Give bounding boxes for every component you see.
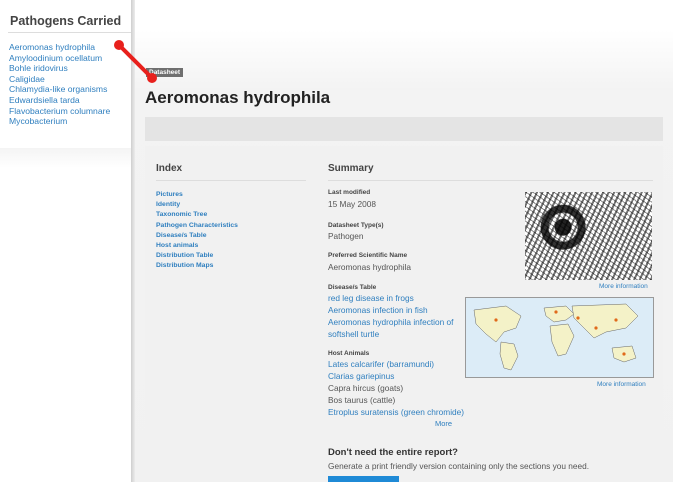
index-link-pictures[interactable]: Pictures bbox=[156, 190, 238, 200]
panel-fade bbox=[0, 148, 131, 168]
scientific-name-value: Aeromonas hydrophila bbox=[328, 262, 412, 272]
pathogens-panel-title: Pathogens Carried bbox=[10, 14, 122, 28]
page-title: Aeromonas hydrophila bbox=[145, 88, 331, 107]
pathogen-link[interactable]: Amyloodinium ocellatum bbox=[9, 53, 110, 64]
index-link-distribution-maps[interactable]: Distribution Maps bbox=[156, 261, 238, 271]
pathogen-link[interactable]: Edwardsiella tarda bbox=[9, 95, 110, 106]
pathogens-panel: Pathogens Carried Aeromonas hydrophila A… bbox=[0, 0, 158, 482]
summary-heading: Summary bbox=[328, 163, 374, 174]
datasheet-type-value: Pathogen bbox=[328, 231, 364, 241]
disease-link[interactable]: Aeromonas infection in fish bbox=[328, 305, 428, 315]
index-heading: Index bbox=[156, 163, 183, 174]
datasheet-type-label: Datasheet Type(s) bbox=[328, 222, 384, 229]
pathogen-link[interactable]: Chlamydia-like organisms bbox=[9, 84, 110, 95]
host-animals-label: Host Animals bbox=[328, 350, 370, 357]
distribution-map-image[interactable] bbox=[465, 297, 654, 378]
more-information-link[interactable]: More information bbox=[599, 283, 648, 290]
index-link-diseases-table[interactable]: Disease/s Table bbox=[156, 231, 238, 241]
report-description: Generate a print friendly version contai… bbox=[328, 461, 590, 471]
title-band bbox=[145, 117, 663, 141]
host-animal-text: Bos taurus (cattle) bbox=[328, 395, 396, 405]
index-divider bbox=[156, 180, 306, 181]
index-link-distribution-table[interactable]: Distribution Table bbox=[156, 251, 238, 261]
index-link-identity[interactable]: Identity bbox=[156, 200, 238, 210]
world-map-graphic bbox=[466, 298, 653, 377]
micrograph-image[interactable] bbox=[525, 192, 652, 280]
host-animal-link[interactable]: Lates calcarifer (barramundi) bbox=[328, 359, 434, 369]
index-link-host-animals[interactable]: Host animals bbox=[156, 241, 238, 251]
pathogen-list: Aeromonas hydrophila Amyloodinium ocella… bbox=[9, 42, 110, 127]
pathogen-link[interactable]: Bohle iridovirus bbox=[9, 63, 110, 74]
generate-report-button[interactable] bbox=[328, 476, 399, 482]
host-animal-link[interactable]: Clarias gariepinus bbox=[328, 371, 394, 381]
datasheet-badge: Datasheet bbox=[146, 68, 184, 77]
disease-link[interactable]: red leg disease in frogs bbox=[328, 293, 414, 303]
scientific-name-label: Preferred Scientific Name bbox=[328, 252, 408, 259]
disease-link[interactable]: softshell turtle bbox=[328, 329, 379, 339]
pathogen-link[interactable]: Aeromonas hydrophila bbox=[9, 42, 110, 53]
host-animal-text: Capra hircus (goats) bbox=[328, 383, 404, 393]
index-list: Pictures Identity Taxonomic Tree Pathoge… bbox=[156, 190, 238, 272]
last-modified-label: Last modified bbox=[328, 189, 371, 196]
report-heading: Don't need the entire report? bbox=[328, 447, 458, 458]
pathogen-link[interactable]: Caligidae bbox=[9, 74, 110, 85]
last-modified-value: 15 May 2008 bbox=[328, 199, 376, 209]
more-hosts-link[interactable]: More bbox=[435, 419, 452, 428]
index-link-pathogen-characteristics[interactable]: Pathogen Characteristics bbox=[156, 221, 238, 231]
summary-divider bbox=[328, 180, 653, 181]
pathogen-link[interactable]: Mycobacterium bbox=[9, 116, 110, 127]
host-animal-link[interactable]: Etroplus suratensis (green chromide) bbox=[328, 407, 464, 417]
pathogen-link[interactable]: Flavobacterium columnare bbox=[9, 106, 110, 117]
diseases-label: Disease/s Table bbox=[328, 284, 377, 291]
disease-link[interactable]: Aeromonas hydrophila infection of bbox=[328, 317, 453, 327]
index-link-taxonomic-tree[interactable]: Taxonomic Tree bbox=[156, 210, 238, 220]
more-information-map-link[interactable]: More information bbox=[597, 381, 646, 388]
